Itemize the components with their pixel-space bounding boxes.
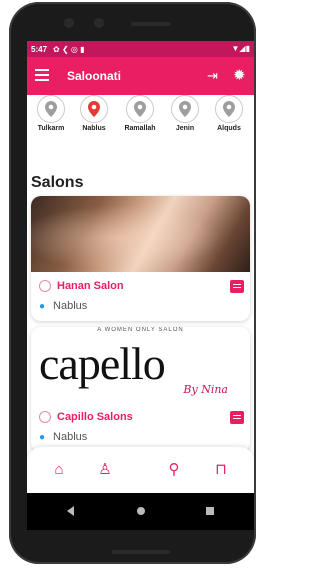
city-label: Tulkarm — [37, 125, 65, 132]
salon-image — [31, 196, 250, 272]
salon-city: Nablus — [53, 300, 88, 312]
app-bar: Saloonati ⇥ ✹ — [27, 57, 254, 95]
logout-icon[interactable]: ⇥ — [207, 68, 218, 84]
city-label: Jenin — [175, 125, 195, 132]
person-icon[interactable]: ♙ — [95, 461, 115, 479]
back-icon[interactable] — [67, 506, 74, 516]
salon-card[interactable]: A WOMEN ONLY SALON capello By Nina Capil… — [31, 327, 250, 452]
home-circle-icon[interactable] — [137, 507, 145, 515]
salon-location-row: ● Nablus — [39, 300, 87, 312]
pin-icon — [126, 95, 154, 123]
city-chip-ramallah[interactable]: Ramallah — [118, 95, 162, 132]
city-label: Alquds — [217, 125, 241, 132]
pin-icon — [80, 95, 108, 123]
pin-icon — [37, 95, 65, 123]
search-icon[interactable]: ⚲ — [164, 461, 184, 479]
sensor — [94, 18, 104, 28]
city-chip-alquds[interactable]: Alquds — [207, 95, 251, 132]
rating-ring-icon — [39, 411, 51, 423]
pin-icon — [215, 95, 243, 123]
menu-icon[interactable] — [35, 69, 49, 81]
city-label: Nablus — [82, 125, 106, 132]
salon-card[interactable]: Hanan Salon ● Nablus — [31, 196, 250, 321]
home-icon[interactable]: ⌂ — [49, 461, 69, 479]
salon-title-row: Hanan Salon — [39, 280, 124, 292]
salon-name: Capillo Salons — [57, 411, 133, 423]
sun-icon[interactable]: ✹ — [233, 66, 246, 84]
status-time: 5:47 — [31, 44, 48, 54]
image-tagline: A WOMEN ONLY SALON — [97, 327, 184, 333]
city-label: Ramallah — [124, 125, 156, 132]
location-pin-icon: ● — [39, 431, 46, 443]
rating-ring-icon — [39, 280, 51, 292]
image-subtext: By Nina — [183, 383, 228, 396]
chat-icon[interactable] — [230, 280, 244, 293]
section-title: Salons — [31, 174, 84, 191]
status-icons-right: ▼◢▮ — [231, 44, 250, 53]
image-brand-text: capello — [39, 338, 166, 389]
location-pin-icon: ● — [39, 300, 46, 312]
status-icons-left: ✿ ❮ ◎ ▮ — [53, 44, 85, 54]
salon-image: A WOMEN ONLY SALON capello By Nina — [31, 327, 250, 403]
city-chip-tulkarm[interactable]: Tulkarm — [29, 95, 73, 132]
bag-icon[interactable]: ⊓ — [211, 461, 231, 479]
chat-icon[interactable] — [230, 411, 244, 424]
app-screen: 5:47 ✿ ❮ ◎ ▮ ▼◢▮ Saloonati ⇥ ✹ Tulkarm N… — [27, 41, 254, 530]
system-nav-bar — [27, 493, 254, 530]
camera-lens — [64, 18, 74, 28]
pin-icon — [171, 95, 199, 123]
bottom-speaker — [112, 550, 170, 554]
salon-name: Hanan Salon — [57, 280, 124, 292]
bottom-nav: ⌂ ♙ ⚲ ⊓ — [27, 447, 254, 493]
salon-title-row: Capillo Salons — [39, 411, 133, 423]
city-chip-jenin[interactable]: Jenin — [163, 95, 207, 132]
status-bar: 5:47 ✿ ❮ ◎ ▮ ▼◢▮ — [27, 41, 254, 57]
salon-city: Nablus — [53, 431, 88, 443]
earpiece — [131, 22, 171, 26]
city-chip-nablus[interactable]: Nablus — [72, 95, 116, 132]
city-selector: Tulkarm Nablus Ramallah Jenin Alquds — [27, 95, 254, 165]
app-title: Saloonati — [67, 69, 122, 83]
recents-icon[interactable] — [206, 507, 214, 515]
salon-location-row: ● Nablus — [39, 431, 87, 443]
